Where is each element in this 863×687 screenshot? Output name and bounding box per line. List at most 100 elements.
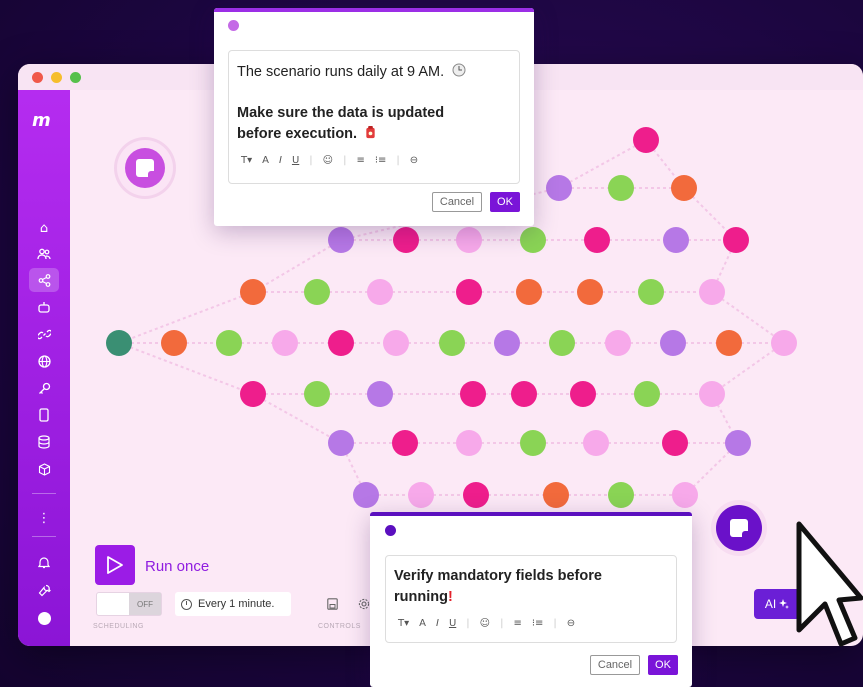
- run-once-label[interactable]: Run once: [145, 558, 209, 575]
- scenario-module-node[interactable]: [240, 279, 266, 305]
- scenario-module-node[interactable]: [608, 175, 634, 201]
- cancel-button[interactable]: Cancel: [432, 192, 482, 212]
- scenario-module-node[interactable]: [353, 482, 379, 508]
- note-header-bar: [214, 8, 534, 12]
- text-style-icon[interactable]: T▾: [398, 618, 409, 629]
- scenario-module-node[interactable]: [383, 330, 409, 356]
- scenario-module-node[interactable]: [494, 330, 520, 356]
- scenario-module-node[interactable]: [240, 381, 266, 407]
- scenario-module-node[interactable]: [662, 430, 688, 456]
- italic-icon[interactable]: I: [436, 618, 439, 629]
- scenario-module-node[interactable]: [543, 482, 569, 508]
- schedule-selector[interactable]: Every 1 minute.: [175, 592, 291, 616]
- scheduling-toggle[interactable]: OFF: [96, 592, 162, 616]
- scenario-module-node[interactable]: [634, 381, 660, 407]
- scenario-module-node[interactable]: [272, 330, 298, 356]
- note-line-warning-1: Make sure the data is updated: [237, 105, 445, 121]
- scenario-module-node[interactable]: [463, 482, 489, 508]
- scenario-module-node[interactable]: [304, 279, 330, 305]
- text-style-icon[interactable]: T▾: [241, 155, 252, 166]
- scenario-module-node[interactable]: [723, 227, 749, 253]
- scenario-module-node[interactable]: [216, 330, 242, 356]
- emoji-icon[interactable]: ☺: [480, 618, 490, 629]
- note-handle[interactable]: [228, 20, 239, 31]
- link-icon[interactable]: ⊖: [410, 155, 418, 166]
- note-bubble-left[interactable]: [117, 140, 173, 196]
- ok-button[interactable]: OK: [490, 192, 520, 212]
- note-icon: [125, 148, 165, 188]
- scenario-module-node[interactable]: [328, 227, 354, 253]
- bullet-list-icon[interactable]: ≡: [513, 618, 521, 629]
- scenario-module-node[interactable]: [304, 381, 330, 407]
- note-text-editor[interactable]: The scenario runs daily at 9 AM. Make su…: [228, 50, 520, 184]
- note-handle[interactable]: [385, 525, 396, 536]
- scenario-module-node[interactable]: [725, 430, 751, 456]
- note-text-editor[interactable]: Verify mandatory fields before running! …: [385, 555, 677, 643]
- scenario-module-node[interactable]: [608, 482, 634, 508]
- scenario-module-node[interactable]: [161, 330, 187, 356]
- scenario-module-node[interactable]: [367, 381, 393, 407]
- note-editor-bottom: Verify mandatory fields before running! …: [370, 512, 692, 687]
- scenario-module-node[interactable]: [584, 227, 610, 253]
- scenario-module-node[interactable]: [367, 279, 393, 305]
- scenario-module-node[interactable]: [520, 430, 546, 456]
- scenario-module-node[interactable]: [393, 227, 419, 253]
- scenario-module-node[interactable]: [511, 381, 537, 407]
- scenario-module-node[interactable]: [546, 175, 572, 201]
- formatting-toolbar: T▾ A I U | ☺ | ≡ ⁝≡ | ⊖: [241, 155, 418, 166]
- note-line-verify-1: Verify mandatory fields before: [394, 568, 602, 584]
- scenario-module-node[interactable]: [638, 279, 664, 305]
- scenario-module-node[interactable]: [633, 127, 659, 153]
- cancel-button[interactable]: Cancel: [590, 655, 640, 675]
- scenario-module-node[interactable]: [520, 227, 546, 253]
- note-line-verify-2: running: [394, 589, 448, 605]
- underline-icon[interactable]: U: [449, 618, 456, 629]
- scenario-module-node[interactable]: [605, 330, 631, 356]
- scenario-module-node[interactable]: [549, 330, 575, 356]
- numbered-list-icon[interactable]: ⁝≡: [375, 155, 387, 166]
- scenario-module-node[interactable]: [328, 330, 354, 356]
- scenario-module-node[interactable]: [328, 430, 354, 456]
- sparkle-icon: [779, 599, 790, 609]
- link-icon[interactable]: ⊖: [567, 618, 575, 629]
- scenario-module-node[interactable]: [456, 430, 482, 456]
- font-color-icon[interactable]: A: [262, 155, 269, 166]
- note-bubble-right[interactable]: [711, 500, 767, 556]
- run-once-button[interactable]: [95, 545, 135, 585]
- scenario-module-node[interactable]: [671, 175, 697, 201]
- note-header-bar: [370, 512, 692, 516]
- schedule-text: Every 1 minute.: [198, 598, 275, 610]
- graph-connector: [558, 139, 647, 189]
- scenario-module-node[interactable]: [663, 227, 689, 253]
- scenario-module-node[interactable]: [699, 279, 725, 305]
- scenario-module-node[interactable]: [392, 430, 418, 456]
- numbered-list-icon[interactable]: ⁝≡: [532, 618, 544, 629]
- emoji-icon[interactable]: ☺: [323, 155, 333, 166]
- italic-icon[interactable]: I: [279, 155, 282, 166]
- underline-icon[interactable]: U: [292, 155, 299, 166]
- scenario-module-node[interactable]: [439, 330, 465, 356]
- scenario-module-node[interactable]: [771, 330, 797, 356]
- formatting-toolbar: T▾ A I U | ☺ | ≡ ⁝≡ | ⊖: [398, 618, 575, 629]
- ai-button[interactable]: AI: [754, 589, 800, 619]
- scenario-module-node[interactable]: [106, 330, 132, 356]
- scenario-module-node[interactable]: [516, 279, 542, 305]
- toolbar-separator: |: [500, 618, 504, 629]
- scenario-module-node[interactable]: [660, 330, 686, 356]
- scenario-module-node[interactable]: [577, 279, 603, 305]
- scenario-module-node[interactable]: [699, 381, 725, 407]
- scenario-module-node[interactable]: [583, 430, 609, 456]
- scenario-module-node[interactable]: [460, 381, 486, 407]
- bullet-list-icon[interactable]: ≡: [356, 155, 364, 166]
- scenario-module-node[interactable]: [570, 381, 596, 407]
- scenario-module-node[interactable]: [408, 482, 434, 508]
- toolbar-separator: |: [396, 155, 400, 166]
- ok-button[interactable]: OK: [648, 655, 678, 675]
- scenario-module-node[interactable]: [456, 227, 482, 253]
- toolbar-separator: |: [309, 155, 313, 166]
- save-icon[interactable]: [323, 595, 341, 613]
- font-color-icon[interactable]: A: [419, 618, 426, 629]
- scenario-module-node[interactable]: [672, 482, 698, 508]
- scenario-module-node[interactable]: [716, 330, 742, 356]
- scenario-module-node[interactable]: [456, 279, 482, 305]
